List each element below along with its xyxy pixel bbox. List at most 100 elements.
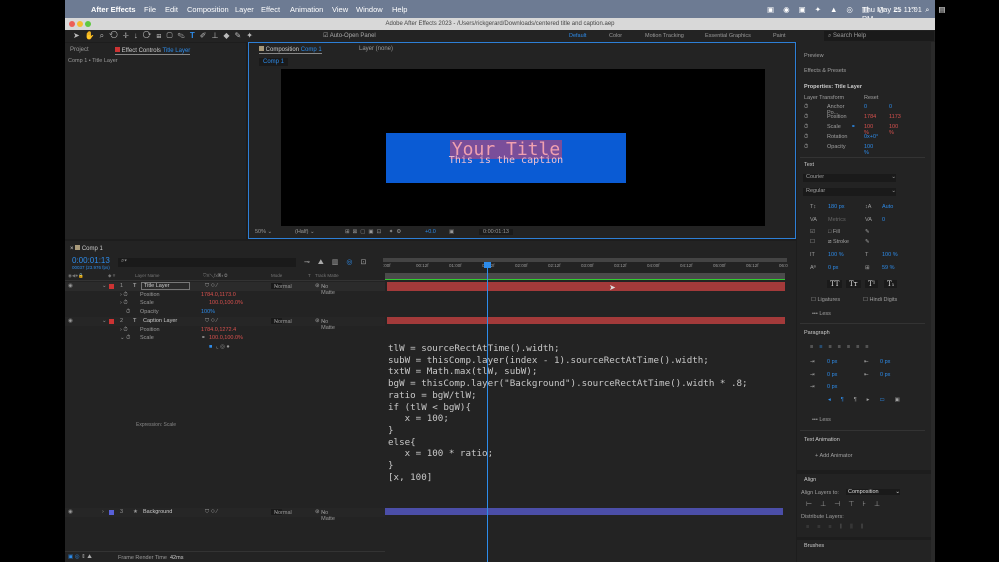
menu-layer[interactable]: Layer	[235, 5, 254, 14]
menu-file[interactable]: File	[144, 5, 156, 14]
caption-layer-text[interactable]: This is the caption	[386, 156, 626, 166]
prop-value[interactable]: 0	[864, 104, 867, 110]
superscript-button[interactable]: T¹	[865, 280, 878, 288]
workspace-default[interactable]: Default	[569, 33, 586, 39]
paragraph-less-button[interactable]: ••• Less	[812, 417, 831, 423]
property-value[interactable]: 100%	[201, 309, 215, 315]
constrain-link-icon[interactable]: ⚭	[851, 124, 856, 130]
zoom-window-button[interactable]	[85, 21, 91, 27]
timeline-switch-icons[interactable]: ⊸⛰▥◎⊡	[304, 258, 374, 267]
space-before-field[interactable]: 0 px	[880, 372, 890, 378]
prop-value[interactable]: 0x+0°	[864, 134, 878, 140]
minimize-window-button[interactable]	[77, 21, 83, 27]
paragraph-align-buttons[interactable]: ≡≡≡≡≡≡≡	[810, 344, 874, 350]
caption-layer-bar[interactable]	[387, 317, 785, 324]
layer-name[interactable]: Title Layer	[141, 282, 190, 290]
title-layer-bar[interactable]	[387, 282, 785, 291]
add-animator-button[interactable]: + Add Animator	[815, 453, 852, 459]
footer-toggle-icons[interactable]: ▣ ◎ ⇕ ⛰	[68, 554, 92, 561]
zoom-select[interactable]: 50% ⌄	[255, 229, 272, 235]
layer-name[interactable]: Caption Layer	[143, 318, 177, 324]
workspace-motion-tracking[interactable]: Motion Tracking	[645, 33, 684, 39]
prop-value[interactable]: 0	[889, 104, 892, 110]
menu-animation[interactable]: Animation	[290, 5, 323, 14]
all-caps-button[interactable]: TT	[827, 280, 842, 288]
prop-value[interactable]: 100 %	[864, 144, 873, 156]
ligatures-checkbox[interactable]: ☐ Ligatures	[811, 297, 840, 303]
property-value[interactable]: 1784.0,1272.4	[201, 327, 236, 333]
horizontal-scale-field[interactable]: 100 %	[882, 252, 898, 258]
fill-swatch[interactable]: □ Fill	[828, 229, 840, 235]
mode-select[interactable]: Normal ⌄	[271, 283, 282, 289]
layer-row[interactable]: ◉⌄ 1T Title Layer ⛉ ◇ ⁄ Normal ⌄ ⊛ No Ma…	[65, 282, 385, 291]
align-buttons[interactable]: ⊢⊥⊣⊤⊦⊥	[806, 500, 888, 508]
distribute-buttons[interactable]: ≡≡≡⫼⫼⫼	[806, 524, 871, 531]
menu-view[interactable]: View	[332, 5, 348, 14]
layer-row[interactable]: ◉› 3★ Background ⛉ ◇ ⁄ Normal ⌄ ⊛ No Mat…	[65, 508, 385, 517]
property-row[interactable]: › ⏱Scale100.0,100.0%	[65, 299, 385, 308]
mode-select[interactable]: Normal ⌄	[271, 509, 282, 515]
space-after-field[interactable]: 0 px	[827, 384, 837, 390]
reset-button[interactable]: Reset	[864, 95, 878, 101]
tsume-field[interactable]: 59 %	[882, 265, 895, 271]
exposure-value[interactable]: +0.0	[425, 229, 436, 235]
font-family-select[interactable]: Courier⌄	[803, 174, 896, 182]
snapshot-icon[interactable]: ▣	[449, 229, 454, 235]
matte-select[interactable]: ⊛ No Matte ⌄	[315, 318, 326, 324]
property-value[interactable]: 1784.0,1173.0	[201, 292, 236, 298]
menu-app[interactable]: After Effects	[91, 5, 136, 14]
search-help-field[interactable]: ⌕ Search Help	[824, 31, 934, 41]
menu-window[interactable]: Window	[356, 5, 383, 14]
subscript-button[interactable]: T₁	[884, 280, 897, 288]
auto-open-checkbox[interactable]: ☑ Auto-Open Panel	[323, 32, 376, 39]
prop-value[interactable]: 1784	[864, 114, 876, 120]
tab-composition[interactable]: Composition Comp 1	[259, 46, 322, 54]
workspace-color[interactable]: Color	[609, 33, 622, 39]
tab-layer[interactable]: Layer (none)	[359, 46, 393, 52]
leading-field[interactable]: Auto	[882, 204, 893, 210]
matte-select[interactable]: ⊛ No Matte ⌄	[315, 283, 326, 289]
mode-select[interactable]: Normal ⌄	[271, 318, 282, 324]
kerning-field[interactable]: Metrics	[828, 217, 846, 223]
property-row[interactable]: ⌄ ⏱Scale⚭100.0,100.0%	[65, 334, 385, 343]
prop-value[interactable]: 100 %	[889, 124, 898, 136]
eyedropper-icon[interactable]: ✎	[865, 229, 870, 235]
tool-icons[interactable]: ➤✋⌕⟲✛↓⟳⊞▢✎T✐⊥◆✎✦	[73, 31, 258, 41]
layer-name[interactable]: Background	[143, 509, 172, 515]
preview-panel-header[interactable]: Preview	[804, 53, 824, 59]
menu-edit[interactable]: Edit	[165, 5, 178, 14]
background-layer[interactable]: Your Title This is the caption	[386, 133, 626, 183]
matte-select[interactable]: ⊛ No Matte ⌄	[315, 509, 326, 515]
comp-breadcrumb[interactable]: Comp 1	[259, 58, 288, 66]
viewer-timecode[interactable]: 0:00:01:13	[479, 229, 513, 235]
text-direction-buttons[interactable]: ◂¶¶▸▭▣	[828, 397, 910, 403]
font-style-select[interactable]: Regular⌄	[803, 188, 896, 196]
menu-effect[interactable]: Effect	[261, 5, 280, 14]
resolution-select[interactable]: (Half) ⌄	[295, 229, 315, 235]
property-value[interactable]: 100.0,100.0%	[209, 335, 243, 341]
stroke-swatch[interactable]: ⧄ Stroke	[828, 239, 849, 246]
workspace-essential-graphics[interactable]: Essential Graphics	[705, 33, 751, 39]
font-size-field[interactable]: 180 px	[828, 204, 845, 210]
playhead-handle[interactable]	[484, 262, 491, 268]
workspace-paint[interactable]: Paint	[773, 33, 786, 39]
right-scrollbar[interactable]	[931, 42, 935, 562]
prop-value[interactable]: 1173	[889, 114, 901, 120]
layer-row[interactable]: ◉⌄ 2T Caption Layer ⛉ ◇ ⁄ Normal ⌄ ⊛ No …	[65, 317, 385, 326]
time-navigator[interactable]	[385, 273, 785, 280]
baseline-shift-field[interactable]: 0 px	[828, 265, 838, 271]
indent-first-line-field[interactable]: 0 px	[827, 372, 837, 378]
vertical-scale-field[interactable]: 100 %	[828, 252, 844, 258]
less-button[interactable]: ••• Less	[812, 311, 831, 317]
menu-help[interactable]: Help	[392, 5, 407, 14]
expression-controls[interactable]: ■⌞ ◎ ●	[65, 343, 385, 352]
background-layer-bar[interactable]	[385, 508, 783, 515]
tab-timeline-comp[interactable]: × Comp 1	[70, 245, 103, 252]
indent-left-field[interactable]: 0 px	[827, 359, 837, 365]
playhead[interactable]	[487, 262, 488, 562]
expression-editor[interactable]: tlW = sourceRectAtTime().width; subW = t…	[388, 343, 748, 483]
eyedropper-icon[interactable]: ✎	[865, 239, 870, 245]
tab-effect-controls[interactable]: Effect Controls Title Layer	[115, 47, 190, 55]
view-option-icons[interactable]: ⊞⊠▢▣⊡ ✦⚙	[345, 229, 404, 235]
small-caps-button[interactable]: Tт	[846, 280, 861, 288]
